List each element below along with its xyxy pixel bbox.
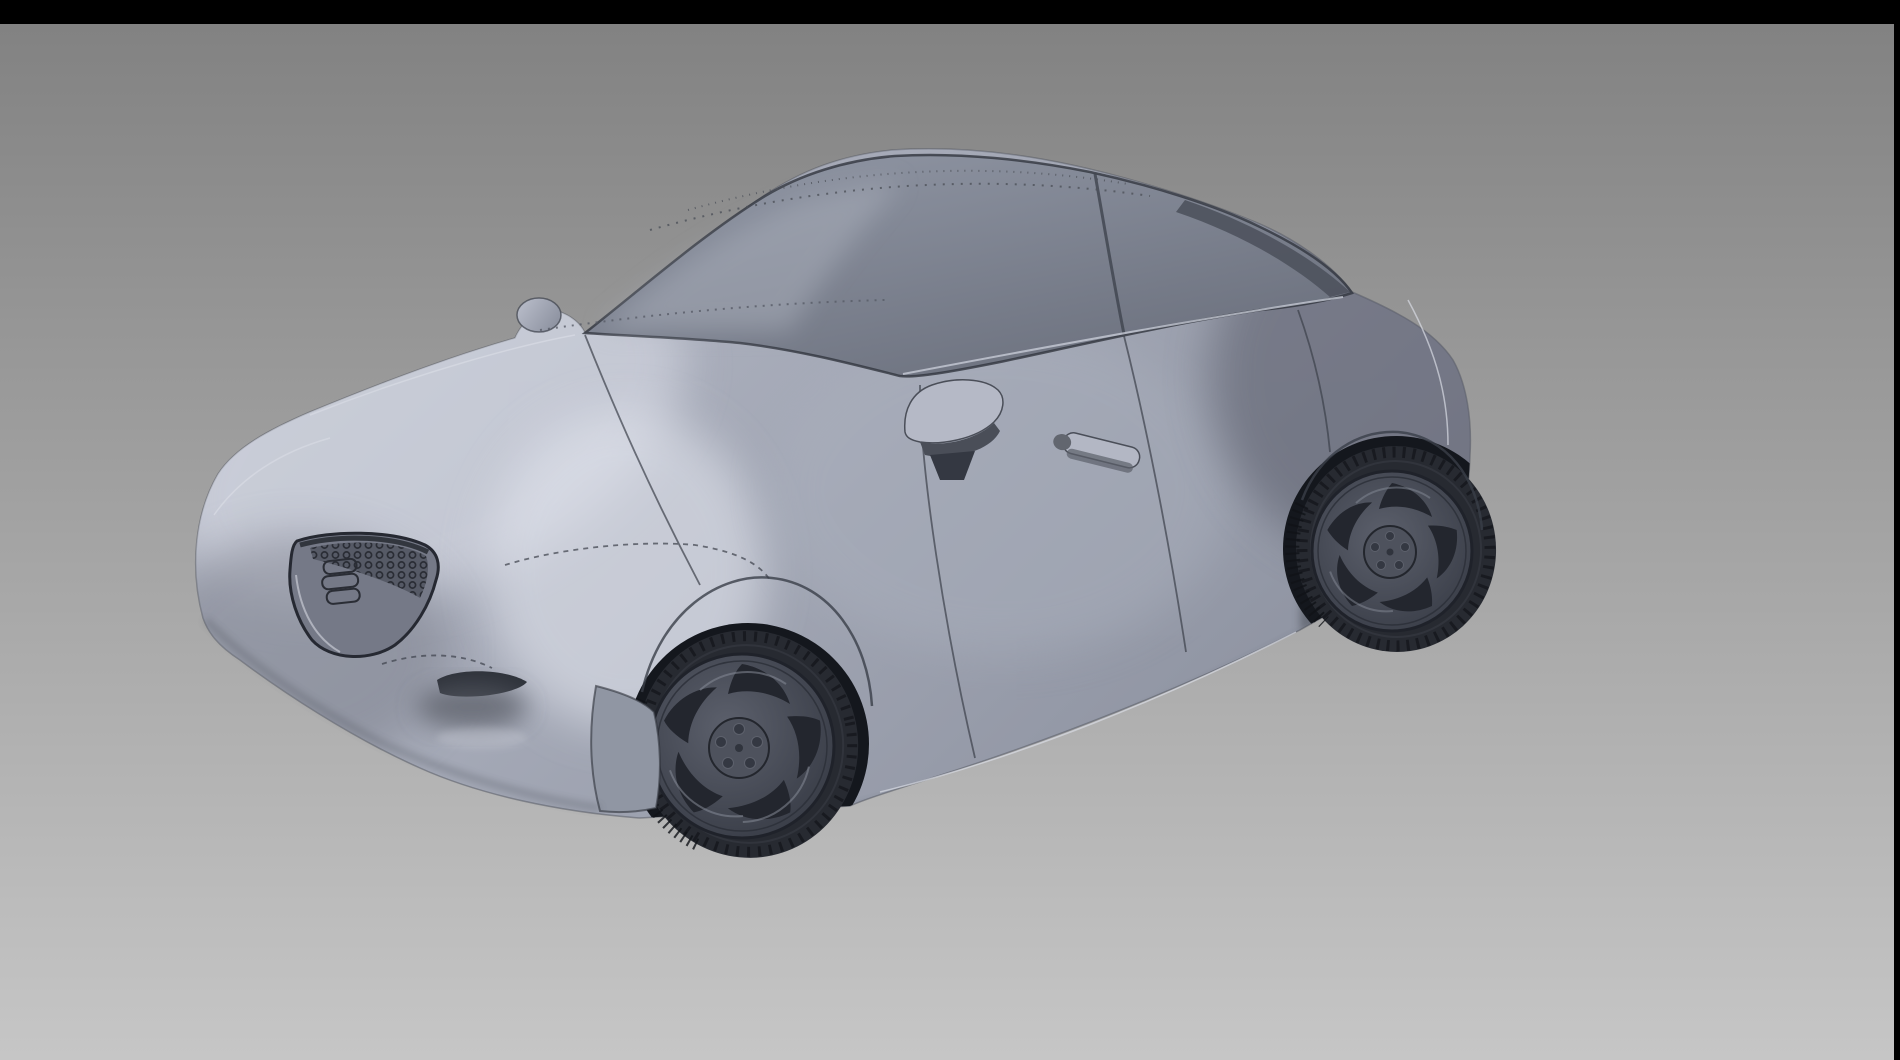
stage [0,0,1900,1060]
app-frame-top-bar [0,0,1900,24]
fog-recess-light [437,728,527,748]
cowl-dome [517,298,561,332]
3d-viewport[interactable] [0,0,1900,1060]
front-hub [709,718,769,778]
fog-recess-shadow [417,685,527,729]
door-sheen [770,325,1230,655]
rear-hub [1364,526,1416,578]
app-frame-right-bar [1894,0,1900,1060]
